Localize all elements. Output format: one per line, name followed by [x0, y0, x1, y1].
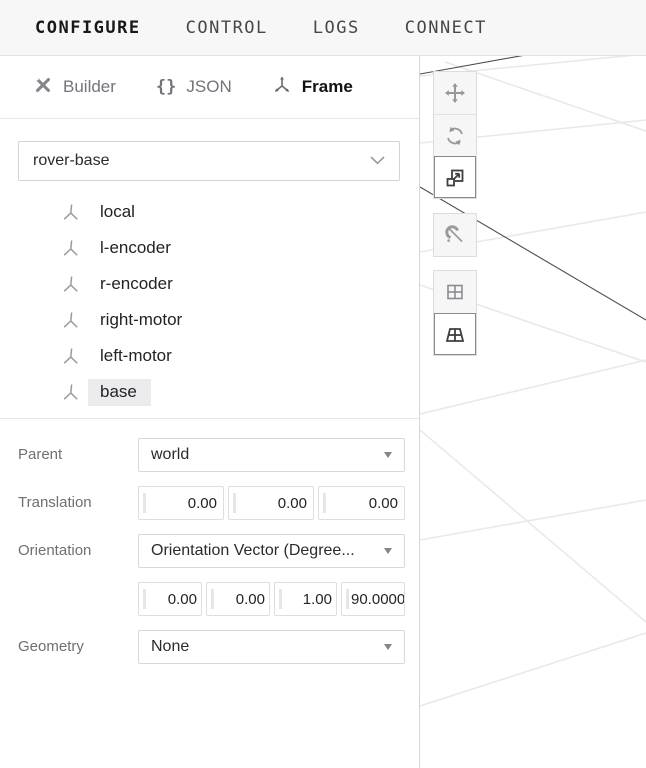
parent-row: Parent world: [18, 438, 405, 472]
config-subnav: Builder {} JSON: [0, 56, 419, 119]
parent-label: Parent: [18, 438, 138, 472]
orientation-z-input[interactable]: 1.00: [274, 582, 337, 616]
frame-tree-item-label: base: [88, 379, 151, 406]
frame-axes-icon: [60, 237, 82, 259]
frame-tree-item-label: right-motor: [100, 310, 182, 330]
frame-axes-icon: [60, 201, 82, 223]
crossed-tools-icon: [33, 75, 53, 100]
orientation-type-value: Orientation Vector (Degree...: [151, 542, 378, 560]
axis-accent-bar: [211, 589, 214, 609]
frame-axes-icon: [60, 273, 82, 295]
nav-tab-control[interactable]: CONTROL: [186, 18, 268, 38]
grid-perspective-button[interactable]: [434, 313, 476, 355]
transform-toolbar: [433, 71, 477, 199]
geometry-label: Geometry: [18, 630, 138, 664]
frame-axes-icon: [272, 75, 292, 100]
snap-toggle-button[interactable]: [434, 214, 476, 256]
geometry-select-value: None: [151, 638, 378, 656]
frame-axes-icon: [60, 381, 82, 403]
translate-tool-button[interactable]: [434, 72, 476, 114]
geometry-row: Geometry None: [18, 630, 405, 664]
frame-tree-item-label: local: [100, 202, 135, 222]
scale-tool-button[interactable]: [434, 156, 476, 198]
frame-axes-icon: [60, 345, 82, 367]
axis-accent-bar: [346, 589, 349, 609]
select-arrow-icon: [384, 644, 392, 650]
tab-json[interactable]: {} JSON: [156, 77, 232, 97]
tab-json-label: JSON: [186, 77, 231, 97]
curly-braces-icon: {}: [156, 77, 176, 97]
axis-accent-bar: [279, 589, 282, 609]
section-divider: [0, 418, 419, 419]
grid-toolbar: [433, 270, 477, 356]
tab-builder-label: Builder: [63, 77, 116, 97]
nav-tab-configure[interactable]: CONFIGURE: [35, 18, 141, 38]
rotate-arrows-icon: [444, 125, 466, 147]
grid-perspective-icon: [444, 324, 466, 346]
chevron-down-icon: [370, 152, 385, 170]
axis-accent-bar: [143, 493, 146, 513]
translation-row: Translation 0.00 0.00 0.00: [18, 486, 405, 520]
translation-z-input[interactable]: 0.00: [318, 486, 405, 520]
grid-icon: [444, 281, 466, 303]
component-select-value: rover-base: [33, 152, 109, 170]
parent-select[interactable]: world: [138, 438, 405, 472]
orientation-x-input[interactable]: 0.00: [138, 582, 202, 616]
orientation-values-row: 0.00 0.00 1.00 90.0000: [18, 582, 405, 616]
rotate-tool-button[interactable]: [434, 114, 476, 156]
frame-tree-item-r-encoder[interactable]: r-encoder: [0, 266, 419, 302]
scale-boxes-icon: [444, 167, 466, 189]
snap-toolbar: [433, 213, 477, 257]
orientation-theta-input[interactable]: 90.0000: [341, 582, 405, 616]
axis-accent-bar: [323, 493, 326, 513]
frame-tree-item-label: l-encoder: [100, 238, 171, 258]
axis-accent-bar: [233, 493, 236, 513]
frame-tree-item-left-motor[interactable]: left-motor: [0, 338, 419, 374]
orientation-y-input[interactable]: 0.00: [206, 582, 270, 616]
frame-tree-item-l-encoder[interactable]: l-encoder: [0, 230, 419, 266]
nav-tab-logs[interactable]: LOGS: [313, 18, 360, 38]
orientation-label: Orientation: [18, 534, 138, 568]
frame-axes-icon: [60, 309, 82, 331]
frame-tree: local l-encoder r-encoder right-motor le…: [0, 194, 419, 410]
frame-config-panel: Builder {} JSON: [0, 56, 420, 768]
parent-select-value: world: [151, 446, 378, 464]
orientation-type-select[interactable]: Orientation Vector (Degree...: [138, 534, 405, 568]
orientation-row: Orientation Orientation Vector (Degree..…: [18, 534, 405, 568]
move-arrows-icon: [444, 82, 466, 104]
translation-y-input[interactable]: 0.00: [228, 486, 314, 520]
tab-frame[interactable]: Frame: [272, 75, 353, 100]
select-arrow-icon: [384, 548, 392, 554]
app-window: CONFIGURE CONTROL LOGS CONNECT Builder {…: [0, 0, 646, 768]
frame-tree-item-base[interactable]: base: [0, 374, 419, 410]
geometry-select[interactable]: None: [138, 630, 405, 664]
frame-tree-item-label: r-encoder: [100, 274, 173, 294]
component-select[interactable]: rover-base: [18, 141, 400, 181]
tab-builder[interactable]: Builder: [33, 75, 116, 100]
top-nav: CONFIGURE CONTROL LOGS CONNECT: [0, 0, 646, 56]
magnet-off-icon: [444, 224, 466, 246]
grid-flat-button[interactable]: [434, 271, 476, 313]
viewport-canvas[interactable]: [420, 56, 646, 768]
frame-tree-item-label: left-motor: [100, 346, 172, 366]
translation-x-input[interactable]: 0.00: [138, 486, 224, 520]
frame-tree-item-right-motor[interactable]: right-motor: [0, 302, 419, 338]
tab-frame-label: Frame: [302, 77, 353, 97]
axis-accent-bar: [143, 589, 146, 609]
nav-tab-connect[interactable]: CONNECT: [405, 18, 487, 38]
frame-tree-item-local[interactable]: local: [0, 194, 419, 230]
select-arrow-icon: [384, 452, 392, 458]
translation-label: Translation: [18, 486, 138, 520]
